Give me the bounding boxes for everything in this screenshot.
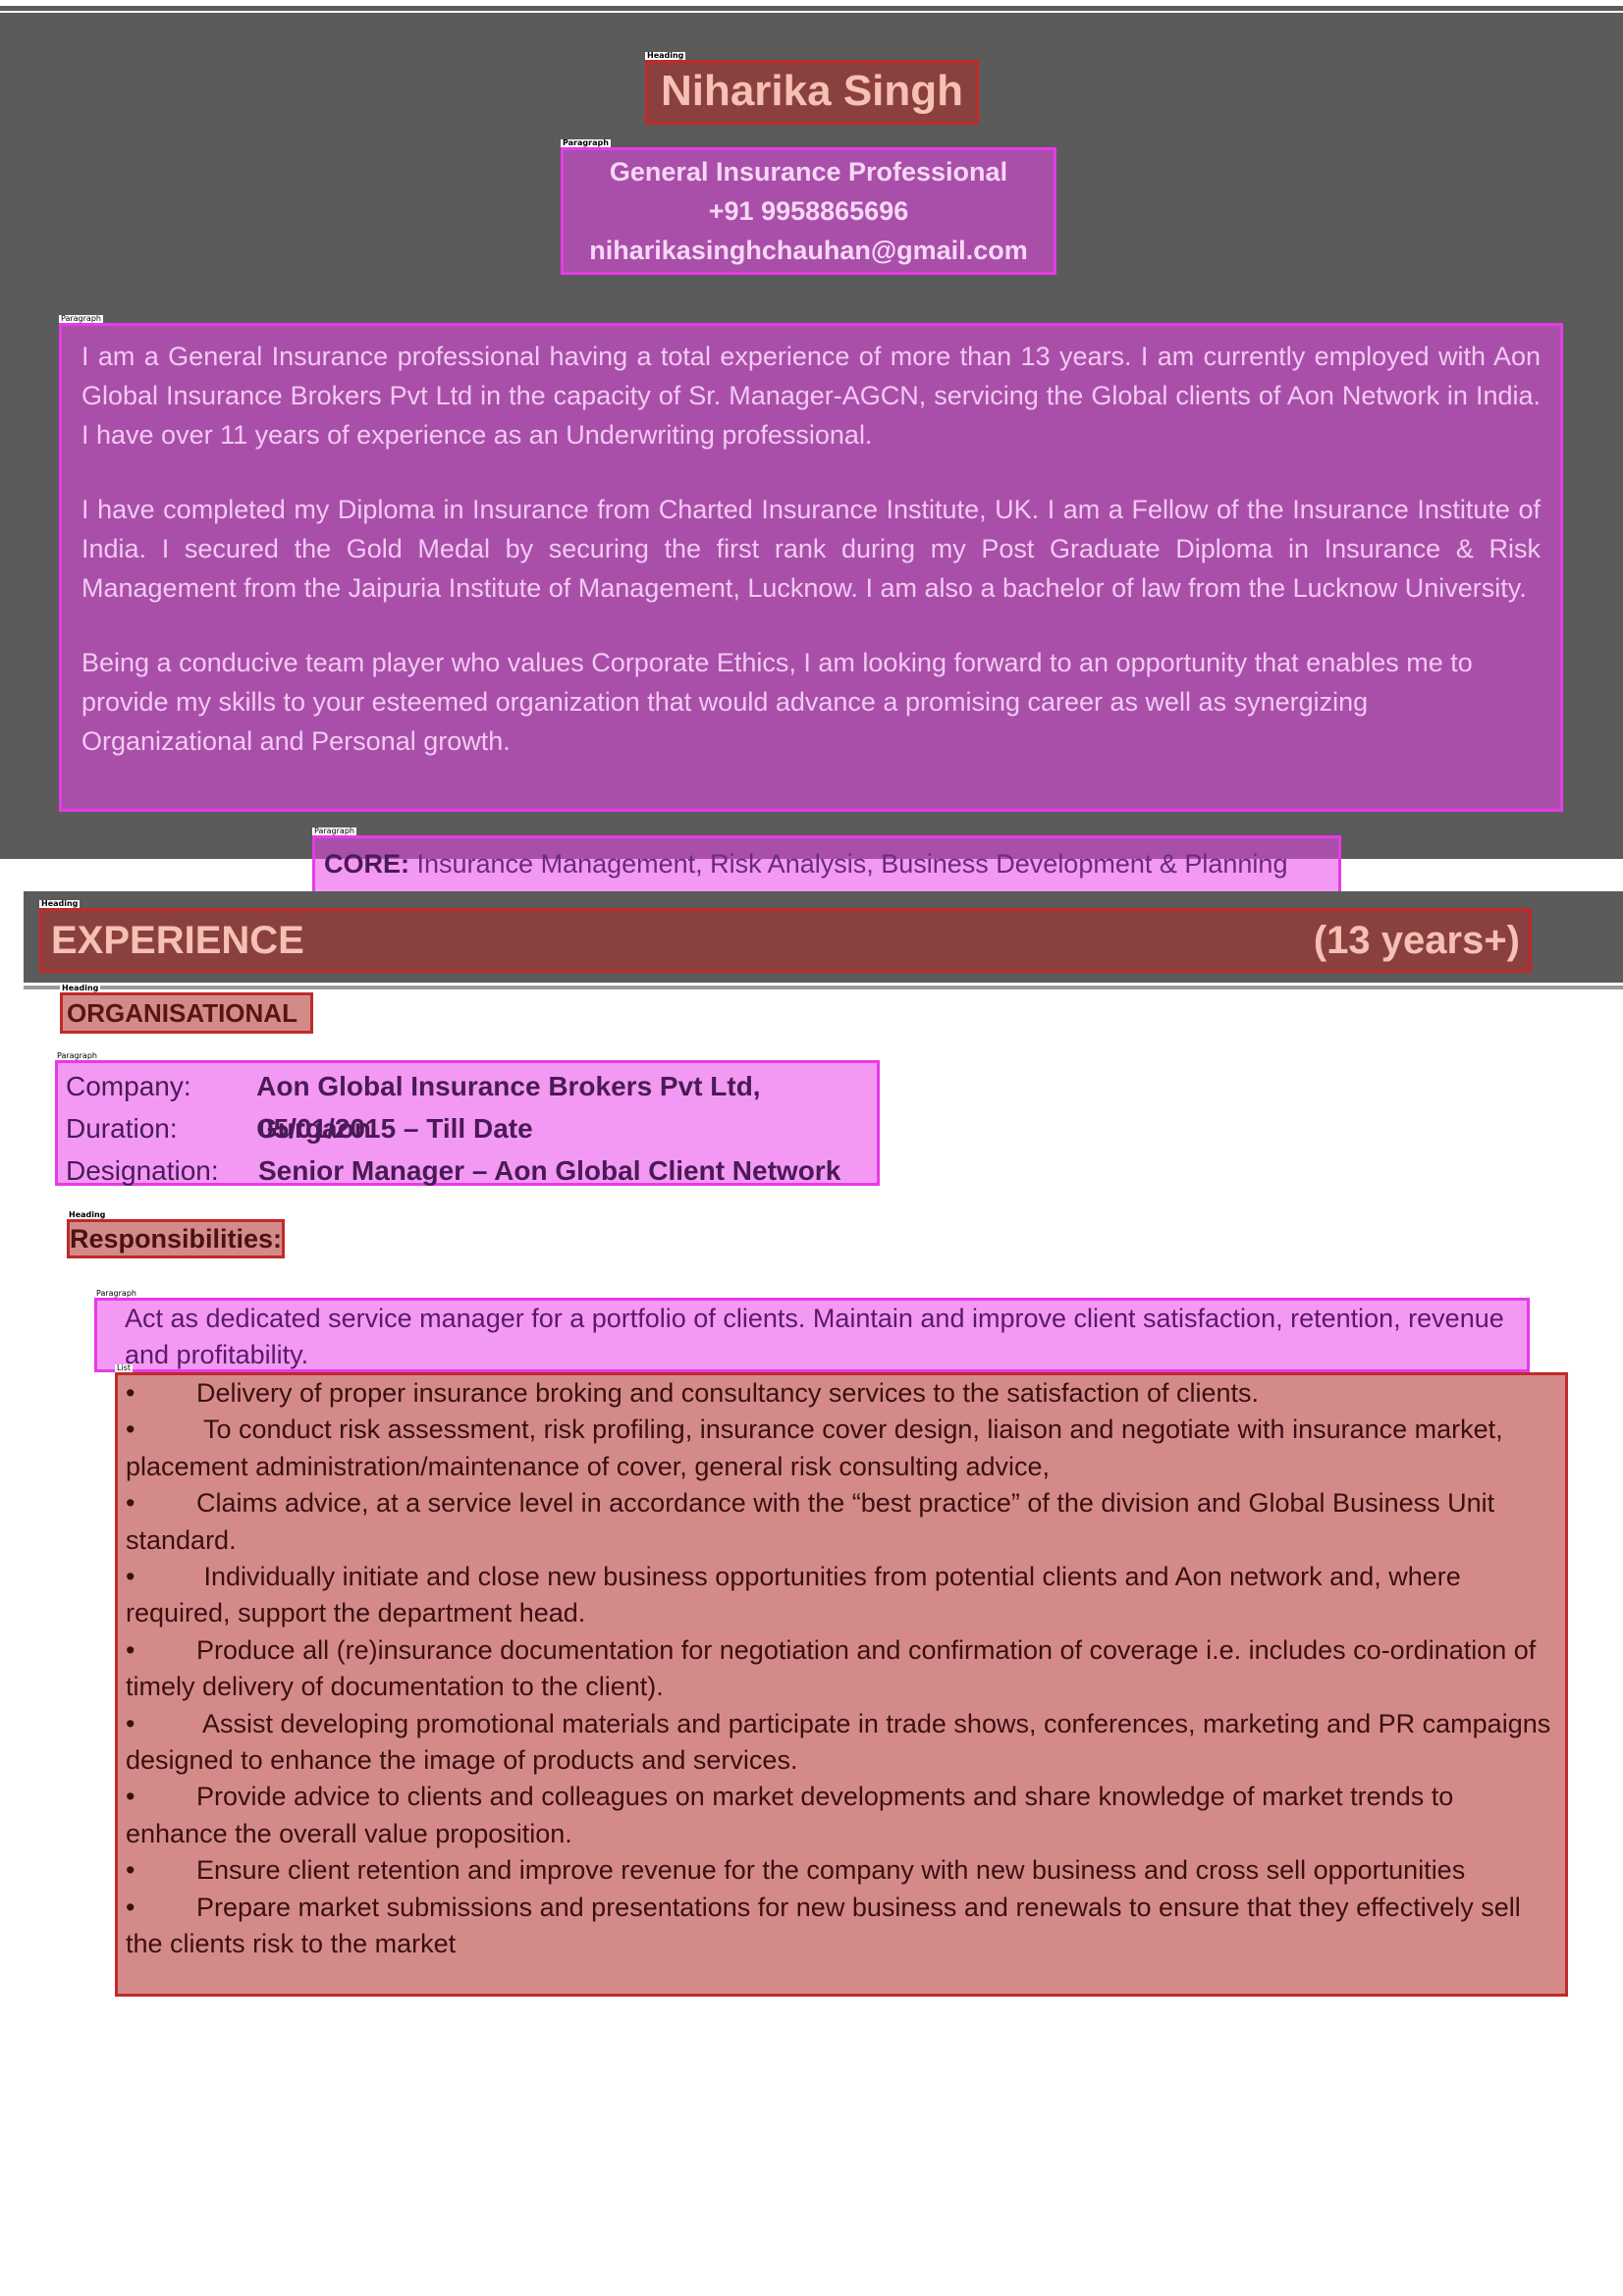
annotation-tag: Paragraph bbox=[55, 1051, 99, 1060]
annotation-tag: Heading bbox=[67, 1210, 108, 1219]
bullet: • bbox=[126, 1782, 135, 1812]
list-item-text: Claims advice, at a service level in acc… bbox=[126, 1488, 1495, 1555]
designation-label: Designation: bbox=[66, 1155, 219, 1186]
summary-paragraph: Being a conducive team player who values… bbox=[81, 648, 1473, 756]
designation-value: Senior Manager – Aon Global Client Netwo… bbox=[258, 1155, 841, 1186]
top-rule bbox=[0, 6, 1623, 11]
annotation-tag: Heading bbox=[645, 51, 686, 60]
list-item: • Prepare market submissions and presenta… bbox=[126, 1890, 1555, 1963]
core-label: CORE: bbox=[324, 849, 409, 879]
professional-title: General Insurance Professional bbox=[609, 157, 1008, 187]
list-item-text: Individually initiate and close new busi… bbox=[126, 1562, 1461, 1629]
list-item: • Individually initiate and close new bu… bbox=[126, 1559, 1555, 1632]
annotation-tag: Paragraph bbox=[94, 1289, 138, 1298]
bullet: • bbox=[126, 1892, 135, 1922]
list-item-text: To conduct risk assessment, risk profili… bbox=[126, 1415, 1503, 1481]
bullet: • bbox=[126, 1562, 135, 1592]
list-item-text: Prepare market submissions and presentat… bbox=[126, 1892, 1521, 1959]
list-item-text: Produce all (re)insurance documentation … bbox=[126, 1634, 1537, 1702]
experience-heading: Heading EXPERIENCE (13 years+) bbox=[39, 900, 1532, 973]
list-item: • Produce all (re)insurance documentation… bbox=[126, 1632, 1555, 1706]
company-row: Company: Aon Global Insurance Brokers Pv… bbox=[66, 1065, 877, 1144]
duration-value: 05/01/2015 – Till Date bbox=[258, 1113, 533, 1144]
experience-years: (13 years+) bbox=[1313, 919, 1520, 962]
summary-section: Paragraph I am a General Insurance profe… bbox=[59, 315, 1563, 812]
annotation-tag: Paragraph bbox=[561, 138, 611, 147]
responsibilities-intro-text: Act as dedicated service manager for a p… bbox=[125, 1304, 1504, 1369]
list-item-text: Provide advice to clients and colleagues… bbox=[126, 1782, 1454, 1848]
company-label: Company: bbox=[66, 1071, 191, 1101]
bullet: • bbox=[126, 1634, 135, 1665]
organisational-heading-text: ORGANISATIONAL bbox=[67, 998, 298, 1028]
phone-number: +91 9958865696 bbox=[708, 196, 909, 226]
responsibilities-list: List • Delivery of proper insurance broki… bbox=[115, 1364, 1568, 1997]
company-value: Aon Global Insurance Brokers Pvt Ltd, Gu… bbox=[256, 1071, 761, 1144]
responsibilities-intro: Paragraph Act as dedicated service manag… bbox=[94, 1290, 1530, 1372]
candidate-name-text: Niharika Singh bbox=[660, 67, 964, 115]
experience-rule bbox=[24, 986, 1623, 989]
duration-label: Duration: bbox=[66, 1113, 178, 1144]
experience-heading-text: EXPERIENCE bbox=[51, 919, 304, 962]
list-item: • Ensure client retention and improve rev… bbox=[126, 1852, 1555, 1889]
list-item-text: Assist developing promotional materials … bbox=[126, 1708, 1551, 1776]
candidate-name: Heading Niharika Singh bbox=[645, 52, 979, 125]
list-item: • Claims advice, at a service level in ac… bbox=[126, 1485, 1555, 1559]
responsibilities-heading: Heading Responsibilities: bbox=[67, 1211, 285, 1258]
designation-row: Designation: Senior Manager – Aon Global… bbox=[66, 1149, 877, 1192]
list-item: • Delivery of proper insurance broking an… bbox=[126, 1375, 1555, 1412]
responsibilities-heading-text: Responsibilities: bbox=[70, 1224, 283, 1254]
organisational-heading: Heading ORGANISATIONAL bbox=[60, 985, 313, 1034]
bullet: • bbox=[126, 1488, 135, 1519]
annotation-tag: List bbox=[115, 1363, 133, 1372]
core-text: Insurance Management, Risk Analysis, Bus… bbox=[409, 849, 1288, 879]
email-address: niharikasinghchauhan@gmail.com bbox=[589, 236, 1028, 265]
job-details: Paragraph Company: Aon Global Insurance … bbox=[55, 1052, 880, 1186]
list-item: • Provide advice to clients and colleague… bbox=[126, 1779, 1555, 1852]
summary-paragraph: I am a General Insurance professional ha… bbox=[81, 342, 1541, 450]
bullet: • bbox=[126, 1415, 135, 1445]
list-item: • To conduct risk assessment, risk profi… bbox=[126, 1412, 1555, 1485]
annotation-tag: Paragraph bbox=[312, 827, 356, 835]
contact-block: Paragraph General Insurance Professional… bbox=[561, 139, 1056, 275]
core-skills: Paragraph CORE: Insurance Management, Ri… bbox=[312, 828, 1341, 894]
duration-row: Duration: 05/01/2015 – Till Date bbox=[66, 1107, 877, 1149]
bullet: • bbox=[126, 1378, 135, 1408]
bullet: • bbox=[126, 1708, 135, 1738]
list-item-text: Delivery of proper insurance broking and… bbox=[196, 1378, 1260, 1408]
annotation-tag: Paragraph bbox=[59, 314, 103, 323]
annotation-tag: Heading bbox=[39, 899, 81, 908]
list-item-text: Ensure client retention and improve reve… bbox=[196, 1855, 1466, 1886]
bullet: • bbox=[126, 1855, 135, 1886]
summary-paragraph: I have completed my Diploma in Insurance… bbox=[81, 495, 1541, 603]
list-item: • Assist developing promotional material… bbox=[126, 1706, 1555, 1780]
annotation-tag: Heading bbox=[60, 984, 101, 992]
